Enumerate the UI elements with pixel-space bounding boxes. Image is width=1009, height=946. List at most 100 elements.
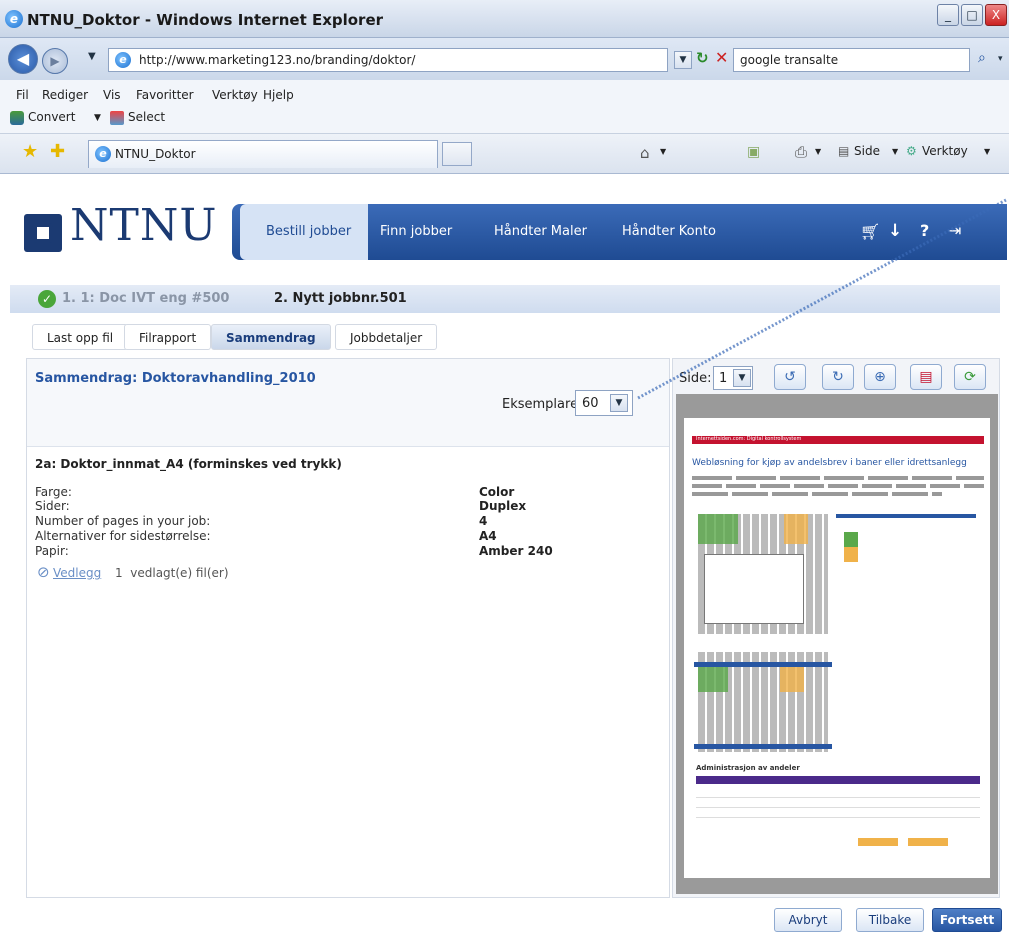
preview-heading: Webløsning for kjøp av andelsbrev i bane… (692, 458, 967, 468)
document-preview: Internettsiden.com: Digital kontrollsyst… (684, 418, 990, 878)
home-dropdown-icon[interactable]: ▼ (660, 147, 666, 156)
value-farge: Color (479, 485, 515, 499)
home-icon[interactable]: ⌂ (640, 144, 650, 162)
convert-icon (10, 111, 24, 125)
window-title: NTNU_Doktor - Windows Internet Explorer (27, 11, 384, 29)
step-current: 2. Nytt jobbnr.501 (274, 291, 407, 306)
paperclip-icon: ⊘ (37, 563, 50, 581)
check-icon: ✓ (38, 290, 56, 308)
print-dropdown-icon[interactable]: ▼ (815, 147, 821, 156)
crumb-last-opp-fil[interactable]: Last opp fil (32, 324, 129, 350)
search-dropdown-icon[interactable]: ▾ (998, 54, 1003, 64)
select-button[interactable]: Select (128, 110, 165, 124)
select-icon (110, 111, 124, 125)
menu-tools[interactable]: Verktøy (212, 88, 258, 102)
tools-menu-icon: ⚙ (906, 144, 917, 158)
menu-view[interactable]: Vis (103, 88, 121, 102)
preview-text-line (692, 484, 984, 488)
attachment-link[interactable]: Vedlegg (53, 566, 101, 580)
section-title: 2a: Doktor_innmat_A4 (forminskes ved try… (35, 457, 342, 471)
nav-handter-maler[interactable]: Håndter Maler (494, 204, 587, 260)
menu-edit[interactable]: Rediger (42, 88, 88, 102)
preview-side-heading (836, 514, 976, 518)
ntnu-logo-icon (24, 214, 62, 252)
search-icon[interactable]: ⌕ (978, 50, 986, 66)
convert-dropdown-icon[interactable]: ▼ (94, 113, 101, 123)
maximize-button[interactable]: □ (961, 4, 983, 26)
window-titlebar: e NTNU_Doktor - Windows Internet Explore… (0, 0, 1009, 38)
step-done[interactable]: 1. 1: Doc IVT eng #500 (62, 291, 229, 306)
preview-text-line (692, 492, 942, 496)
crumb-sammendrag[interactable]: Sammendrag (211, 324, 331, 350)
logo-text: NTNU (70, 200, 218, 251)
stop-icon[interactable]: ✕ (715, 48, 728, 67)
attachment-count: 1 vedlagt(e) fil(er) (115, 566, 229, 580)
preview-grid-green (698, 514, 738, 544)
continue-button[interactable]: Fortsett (932, 908, 1002, 932)
preview-table-header (696, 776, 980, 784)
preview-table-rows (696, 788, 980, 818)
address-dropdown-icon[interactable]: ▼ (674, 51, 692, 69)
back-button[interactable]: ◀ (8, 44, 38, 74)
print-icon[interactable]: ⎙ (795, 143, 807, 161)
copies-value: 60 (582, 396, 599, 411)
menu-bar: Fil Rediger Vis Favoritter Verktøy Hjelp… (0, 80, 1009, 134)
value-page-size: A4 (479, 529, 497, 543)
address-bar[interactable]: e http://www.marketing123.no/branding/do… (108, 48, 668, 72)
page-menu-button[interactable]: Side (854, 144, 880, 158)
add-favorite-icon[interactable]: ✚ (50, 141, 65, 162)
summary-header: Sammendrag: Doktoravhandling_2010 Eksemp… (27, 359, 669, 447)
preview-banner-text: Internettsiden.com: Digital kontrollsyst… (696, 436, 802, 442)
tools-menu-button[interactable]: Verktøy (922, 144, 968, 158)
page-menu-dropdown-icon[interactable]: ▼ (892, 147, 898, 156)
label-farge: Farge: (35, 485, 72, 499)
label-pages: Number of pages in your job: (35, 514, 211, 528)
nav-bestill-jobber[interactable]: Bestill jobber (240, 204, 368, 260)
value-sider: Duplex (479, 499, 527, 513)
value-papir: Amber 240 (479, 544, 553, 558)
cancel-button[interactable]: Avbryt (774, 908, 842, 932)
crumb-jobbdetaljer[interactable]: Jobbdetaljer (335, 324, 438, 350)
summary-panel: Sammendrag: Doktoravhandling_2010 Eksemp… (26, 358, 670, 898)
search-input[interactable]: google transalte (733, 48, 970, 72)
convert-button[interactable]: Convert (28, 110, 75, 124)
callout-line (637, 198, 1007, 400)
favorites-star-icon[interactable]: ★ (22, 141, 38, 162)
browser-tab[interactable]: e NTNU_Doktor (88, 140, 438, 168)
preview-blue-row-2 (694, 744, 832, 749)
tab-favicon: e (95, 146, 111, 162)
tab-title: NTNU_Doktor (115, 147, 196, 161)
address-text: http://www.marketing123.no/branding/dokt… (139, 53, 416, 67)
back-button[interactable]: Tilbake (856, 908, 924, 932)
preview-banner: Internettsiden.com: Digital kontrollsyst… (692, 436, 984, 444)
menu-favorites[interactable]: Favoritter (136, 88, 194, 102)
preview-table-title: Administrasjon av andeler (696, 764, 800, 772)
menu-help[interactable]: Hjelp (263, 88, 294, 102)
preview-grid-orange (784, 514, 808, 544)
minimize-button[interactable]: _ (937, 4, 959, 26)
preview-blue-row (694, 662, 832, 667)
label-papir: Papir: (35, 544, 69, 558)
history-dropdown-icon[interactable]: ▼ (88, 51, 96, 62)
menu-file[interactable]: Fil (16, 88, 29, 102)
preview-action-2 (908, 838, 948, 846)
refresh-icon[interactable]: ↻ (696, 49, 709, 67)
preview-action-1 (858, 838, 898, 846)
close-button[interactable]: X (985, 4, 1007, 26)
page-menu-icon: ▤ (838, 144, 850, 158)
value-pages: 4 (479, 514, 488, 528)
label-sider: Sider: (35, 499, 70, 513)
summary-title: Sammendrag: Doktoravhandling_2010 (35, 371, 316, 386)
forward-button[interactable]: ▶ (42, 48, 68, 74)
crumb-filrapport[interactable]: Filrapport (124, 324, 212, 350)
tools-menu-dropdown-icon[interactable]: ▼ (984, 147, 990, 156)
label-page-size: Alternativer for sidestørrelse: (35, 529, 211, 543)
ie-logo-icon: e (5, 10, 23, 28)
preview-popup (704, 554, 804, 624)
feeds-icon[interactable]: ▣ (747, 144, 760, 160)
preview-legend (844, 532, 858, 562)
nav-finn-jobber[interactable]: Finn jobber (380, 204, 452, 260)
page-icon: e (115, 52, 131, 68)
preview-text-line (692, 476, 984, 480)
new-tab-button[interactable] (442, 142, 472, 166)
